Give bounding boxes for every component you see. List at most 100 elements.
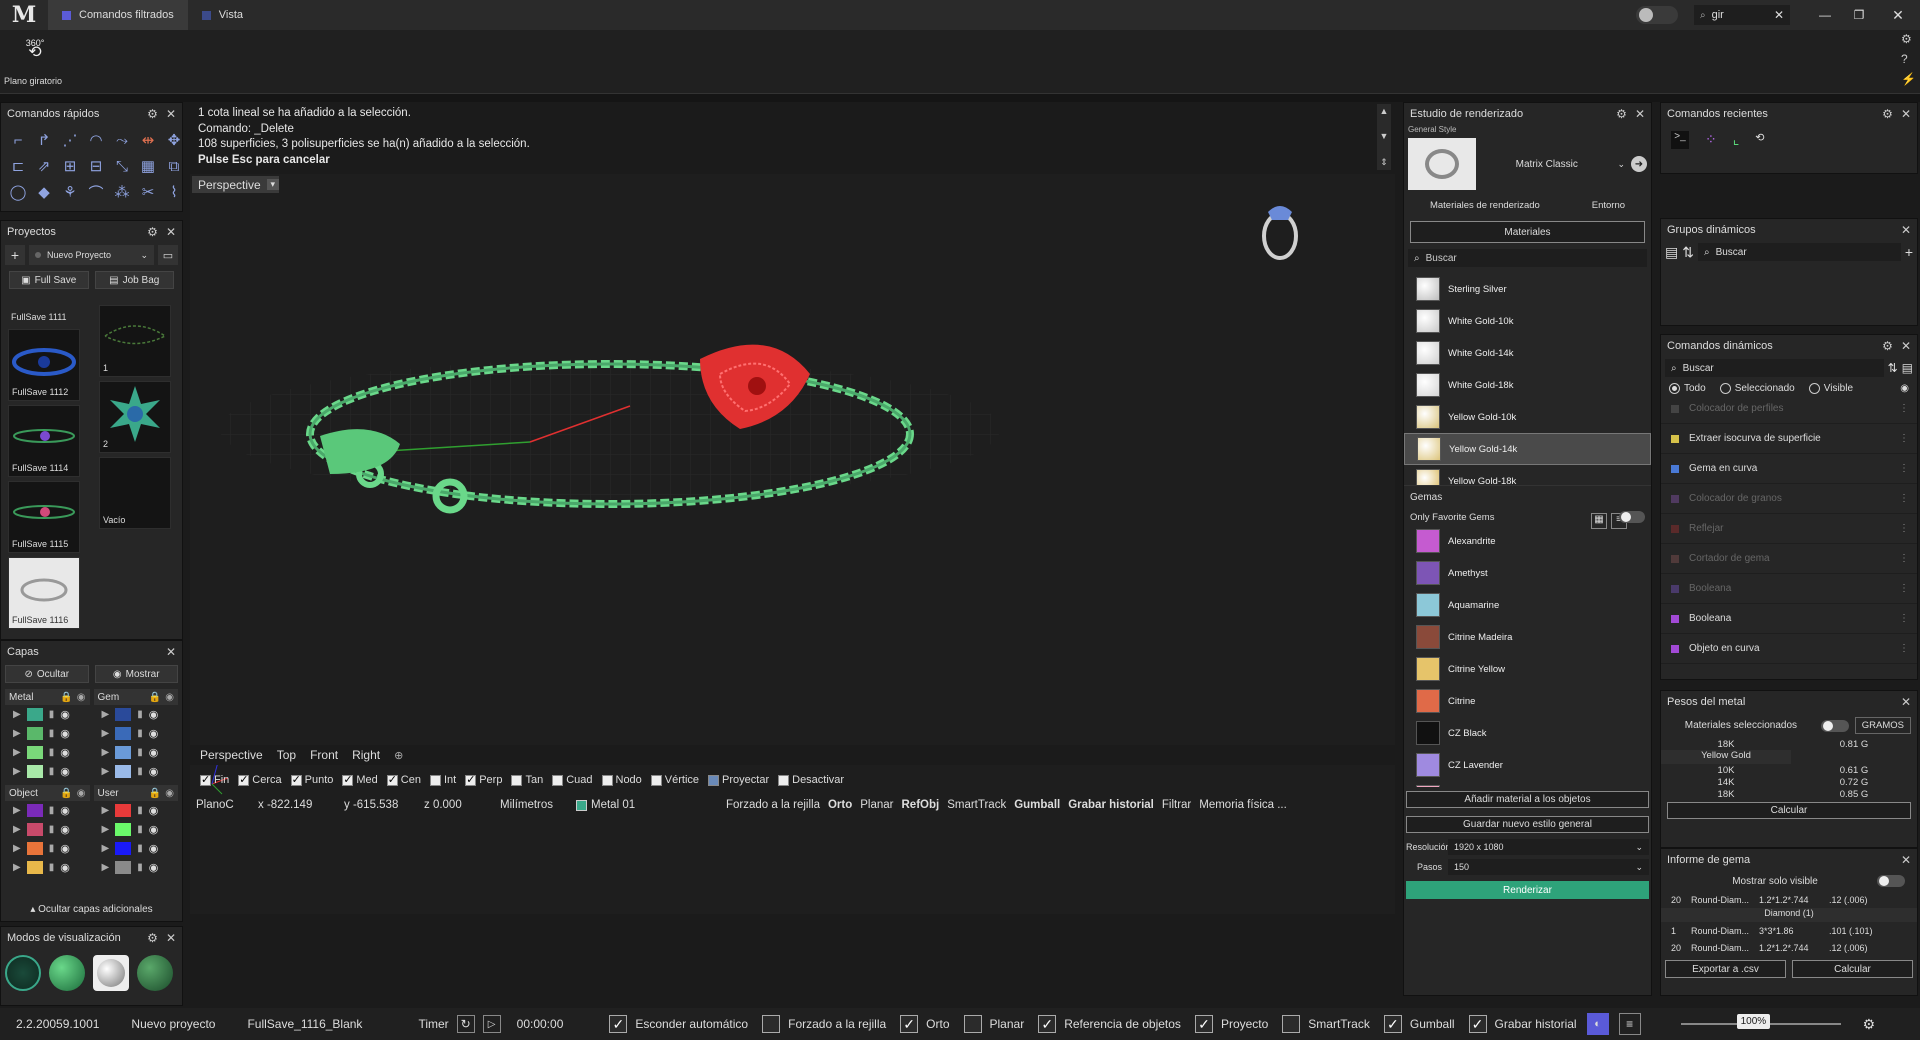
radio-selected[interactable]: Seleccionado	[1719, 383, 1795, 394]
close-icon[interactable]: ✕	[166, 107, 176, 121]
snap-nodo[interactable]: Nodo	[601, 774, 642, 786]
offset-icon[interactable]: ⊏	[7, 155, 29, 177]
tab-front[interactable]: Front	[310, 748, 338, 762]
search-input[interactable]: gir	[1712, 9, 1768, 21]
command-item[interactable]: Colocador de perfiles ⋮	[1661, 394, 1917, 424]
command-item[interactable]: Booleana ⋮	[1661, 604, 1917, 634]
status-toggle[interactable]: ✓ Grabar historial	[1468, 1015, 1577, 1033]
project-thumb[interactable]: 2	[99, 381, 171, 453]
calculate-metal-button[interactable]: Calcular	[1667, 802, 1911, 819]
status-toggle[interactable]: Forzado a la rejilla	[762, 1015, 886, 1033]
add-view-icon[interactable]: ⊕	[394, 749, 403, 762]
menu-icon[interactable]: ≡	[1618, 1013, 1641, 1035]
prong-icon[interactable]: ⚘	[59, 181, 81, 203]
gem-item[interactable]: Alexandrite	[1404, 525, 1651, 557]
layer-row[interactable]: ▶ ▮ ◉	[94, 820, 179, 839]
close-icon[interactable]: ✕	[1901, 339, 1911, 353]
status-settings-icon[interactable]: ⚙	[1863, 1016, 1876, 1033]
dimension-icon[interactable]: ⌞	[1733, 131, 1740, 149]
arrow-right-icon[interactable]: ➜	[1631, 156, 1647, 172]
snap-cuad[interactable]: Cuad	[552, 774, 593, 786]
command-item[interactable]: Booleana ⋮	[1661, 574, 1917, 604]
gem-item[interactable]: Citrine Yellow	[1404, 653, 1651, 685]
command-item[interactable]: Reflejar ⋮	[1661, 514, 1917, 544]
gear-icon[interactable]: ⚙	[147, 931, 158, 945]
curve-icon[interactable]: ↱	[33, 129, 55, 151]
close-window-button[interactable]: ✕	[1876, 7, 1920, 24]
calculate-gems-button[interactable]: Calcular	[1792, 960, 1913, 978]
grid-icon[interactable]: ▦	[137, 155, 159, 177]
add-project-icon[interactable]: +	[5, 245, 25, 265]
gem-item[interactable]: Citrine	[1404, 685, 1651, 717]
snap-med[interactable]: Med	[342, 773, 378, 786]
gem-item[interactable]: CZ Pink Light	[1404, 781, 1651, 787]
add-group-icon[interactable]: +	[1905, 244, 1913, 260]
split-icon[interactable]: ⊟	[85, 155, 107, 177]
status-toggle[interactable]: SmartTrack	[1282, 1015, 1370, 1033]
command-item[interactable]: Cortador de gema ⋮	[1661, 544, 1917, 574]
gem-item[interactable]: CZ Black	[1404, 717, 1651, 749]
mode-planar[interactable]: Planar	[860, 799, 893, 811]
rotate-360-icon[interactable]: ⟲	[1755, 131, 1764, 149]
more-icon[interactable]: ⋮	[1899, 463, 1909, 474]
layer-row[interactable]: ▶ ▮ ◉	[94, 705, 179, 724]
resolution-select[interactable]: 1920 x 1080 ⌄	[1448, 839, 1649, 855]
close-icon[interactable]: ✕	[1901, 695, 1911, 709]
more-icon[interactable]: ⋮	[1899, 493, 1909, 504]
zoom-slider[interactable]: 100%	[1680, 1014, 1841, 1029]
project-select[interactable]: Nuevo Proyecto ⌄	[29, 245, 154, 265]
layer-row[interactable]: ▶ ▮ ◉	[5, 839, 90, 858]
radio-all[interactable]: Todo	[1669, 383, 1706, 394]
cutter-icon[interactable]: ✂	[137, 181, 159, 203]
visible-only-toggle[interactable]	[1877, 875, 1905, 887]
status-toggle[interactable]: ✓ Referencia de objetos	[1038, 1015, 1181, 1033]
project-thumb[interactable]: FullSave 1111	[8, 305, 80, 323]
material-item[interactable]: Yellow Gold-10k	[1404, 401, 1651, 433]
material-item[interactable]: Yellow Gold-14k	[1404, 433, 1651, 465]
user-avatar[interactable]	[1636, 6, 1678, 24]
close-icon[interactable]: ✕	[166, 931, 176, 945]
artistic-mode-icon[interactable]	[137, 955, 173, 991]
status-toggle[interactable]: ✓ Gumball	[1383, 1015, 1455, 1033]
snap-proyectar[interactable]: Proyectar	[708, 774, 769, 786]
more-icon[interactable]: ⋮	[1899, 433, 1909, 444]
reset-timer-icon[interactable]: ↻	[456, 1015, 475, 1033]
hide-layers-button[interactable]: ⊘ Ocultar	[5, 665, 89, 683]
project-thumb[interactable]: FullSave 1114	[8, 405, 80, 477]
snap-fin[interactable]: Fin	[200, 773, 229, 786]
snap-perp[interactable]: Perp	[465, 773, 502, 786]
layer-row[interactable]: ▶ ▮ ◉	[5, 705, 90, 724]
app-logo[interactable]: M	[0, 0, 48, 30]
project-thumb[interactable]: Vacío	[99, 457, 171, 529]
layer-row[interactable]: ▶ ▮ ◉	[5, 743, 90, 762]
freeform-icon[interactable]: ⤳	[111, 129, 133, 151]
tab-render-materials[interactable]: Materiales de renderizado	[1430, 200, 1540, 211]
more-icon[interactable]: ⋮	[1899, 523, 1909, 534]
points-icon[interactable]: ⋰	[59, 129, 81, 151]
status-toggle[interactable]: ✓ Proyecto	[1194, 1015, 1268, 1033]
job-bag-button[interactable]: ▤ Job Bag	[94, 271, 174, 289]
more-icon[interactable]: ⋮	[1899, 553, 1909, 564]
close-icon[interactable]: ✕	[1901, 853, 1911, 867]
pave-icon[interactable]: ⁂	[111, 181, 133, 203]
maximize-button[interactable]: ❐	[1842, 8, 1876, 22]
folder-icon[interactable]: ▭	[158, 245, 178, 265]
command-item[interactable]: Gema en curva ⋮	[1661, 454, 1917, 484]
sort-icon[interactable]: ⇅	[1682, 244, 1694, 261]
units-button[interactable]: GRAMOS	[1854, 717, 1911, 734]
settings-icon[interactable]: ⚙	[1901, 32, 1916, 46]
snap-vértice[interactable]: Vértice	[650, 774, 699, 786]
style-picker[interactable]: Matrix Classic ⌄ ➜	[1404, 134, 1651, 194]
layer-row[interactable]: ▶ ▮ ◉	[5, 858, 90, 877]
mode-grid[interactable]: Forzado a la rejilla	[726, 799, 820, 811]
bezel-icon[interactable]: ⌒	[85, 181, 107, 203]
mode-history[interactable]: Grabar historial	[1068, 799, 1154, 811]
show-layers-button[interactable]: ◉ Mostrar	[94, 665, 178, 683]
snap-punto[interactable]: Punto	[290, 773, 333, 786]
material-item[interactable]: White Gold-10k	[1404, 305, 1651, 337]
grid-view-icon[interactable]: ▦	[1591, 513, 1607, 529]
extrude-icon[interactable]: ⇗	[33, 155, 55, 177]
gear-icon[interactable]: ⚙	[1882, 339, 1893, 353]
status-toggle[interactable]: Planar	[963, 1015, 1024, 1033]
layer-row[interactable]: ▶ ▮ ◉	[5, 724, 90, 743]
